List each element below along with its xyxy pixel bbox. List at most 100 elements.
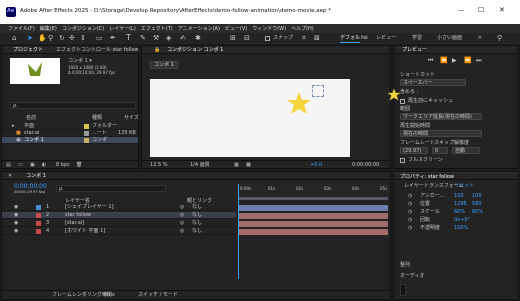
work-area-bar[interactable] [238, 197, 388, 200]
stopwatch-icon[interactable]: ◷ [408, 218, 412, 223]
selection-tool-icon[interactable]: ➤ [27, 35, 33, 42]
layer-duration-bar[interactable] [238, 205, 388, 211]
layer-name[interactable]: [ホワイト 平面 1] [65, 229, 105, 234]
property-value-2[interactable]: 580 [472, 202, 482, 207]
col-size[interactable]: サイズ [124, 116, 139, 121]
menu-edit[interactable]: 編集(E) [40, 25, 57, 32]
comp-breadcrumb[interactable]: コンポ 1 [150, 61, 178, 69]
visibility-icon[interactable]: ◉ [14, 229, 18, 234]
snap-grid-icon[interactable]: ⊠ [314, 35, 320, 42]
mask-visibility-icon[interactable]: ▩ [246, 163, 251, 168]
snap-option-icon[interactable]: ⌗ [302, 35, 306, 42]
visibility-icon[interactable]: ◉ [14, 221, 18, 226]
property-value-1[interactable]: 100% [454, 226, 468, 231]
new-folder-icon[interactable]: ▭ [18, 163, 23, 168]
col-type[interactable]: 種類 [92, 116, 102, 121]
tab-comp1[interactable]: コンポ 1 [26, 174, 46, 179]
switch-mode-toggle[interactable]: スイッチ / モード [138, 293, 178, 298]
hand-tool-icon[interactable]: ✋ [38, 35, 47, 42]
current-time[interactable]: 0;00;00;00 [352, 163, 379, 168]
delete-icon[interactable]: 🗑 [76, 163, 82, 168]
puppet-tool-icon[interactable]: ✱ [195, 35, 201, 42]
color-settings-icon[interactable]: ◐ [42, 163, 46, 168]
dolly-tool-icon[interactable]: ⇕ [80, 35, 86, 42]
type-tool-icon[interactable]: T [126, 34, 131, 42]
stopwatch-icon[interactable]: ◷ [408, 194, 412, 199]
layer-name[interactable]: [シェイプレイヤー 1] [65, 205, 114, 210]
workspace-menu-icon[interactable]: ≡ [363, 35, 368, 41]
menu-composition[interactable]: コンポジション(C) [62, 25, 104, 32]
rectangle-tool-icon[interactable]: ▭ [96, 35, 103, 42]
fullscreen-checkbox[interactable] [400, 158, 405, 163]
property-value-2[interactable]: 100 [472, 194, 482, 199]
eraser-tool-icon[interactable]: ◈ [166, 35, 171, 42]
align-left-icon[interactable]: ⊞ [230, 35, 236, 42]
property-value-1[interactable]: 1296 [454, 202, 467, 207]
parent-select[interactable]: なし [192, 229, 202, 234]
layer-duration-bar[interactable] [238, 213, 388, 219]
align-center-icon[interactable]: ⊟ [244, 35, 250, 42]
zoom-level[interactable]: 12.5 % [150, 163, 167, 168]
audio-section[interactable]: オーディオ [400, 274, 425, 279]
home-icon[interactable]: ⌂ [12, 35, 16, 42]
project-item-star[interactable]: ■ star.ai ...ート 135 KB [2, 130, 138, 137]
parent-link-icon[interactable]: ◎ [180, 205, 184, 210]
layer-duration-bar[interactable] [238, 221, 388, 227]
layer-name[interactable]: star follow [65, 213, 91, 218]
lock-icon[interactable]: 🔒 [154, 48, 160, 53]
search-help-icon[interactable]: ⚲ [497, 35, 502, 42]
timeline-layer-row[interactable]: ◉ 2 star follow ◎ なし [2, 212, 236, 219]
workspace-default[interactable]: デフォルト [340, 36, 365, 41]
close-button[interactable]: ✕ [499, 7, 505, 14]
tab-composition[interactable]: コンポジション コンポ 1 [167, 48, 223, 53]
transparency-grid-icon[interactable]: ▦ [234, 163, 239, 168]
property-value-1[interactable]: 0x+0° [454, 218, 470, 223]
timeline-search[interactable]: ρ. [56, 185, 166, 192]
parent-link-icon[interactable]: ◎ [180, 229, 184, 234]
menu-file[interactable]: ファイル(F) [8, 25, 35, 32]
stopwatch-icon[interactable]: ◷ [408, 202, 412, 207]
layer-name[interactable]: [star.ai] [65, 221, 84, 226]
reset-link[interactable]: リセット [454, 184, 474, 189]
bpc-label[interactable]: 8 bpc [56, 163, 70, 168]
minimize-button[interactable]: — [458, 8, 464, 14]
maximize-button[interactable]: ☐ [478, 7, 484, 14]
col-name[interactable]: 名前 [26, 116, 36, 121]
roto-brush-tool-icon[interactable]: ✍ [180, 35, 186, 42]
parent-select[interactable]: なし [192, 221, 202, 226]
fps-select[interactable]: (29.97) [400, 147, 428, 154]
timeline-search-input[interactable]: ρ. [59, 187, 64, 192]
zoom-tool-icon[interactable]: ⚲ [48, 35, 53, 42]
brush-tool-icon[interactable]: ✎ [140, 35, 146, 42]
exposure-value[interactable]: +0.0 [310, 163, 322, 168]
first-frame-icon[interactable]: ⏮ [428, 58, 433, 64]
orbit-tool-icon[interactable]: ↻ [59, 35, 65, 42]
resolution-select[interactable]: 1/4 画質 [190, 163, 210, 168]
stopwatch-icon[interactable]: ◷ [408, 210, 412, 215]
timeline-layer-row[interactable]: ◉ 1 [シェイプレイヤー 1] ◎ なし [2, 204, 236, 211]
project-search-input[interactable]: ρ. [13, 104, 18, 109]
timeline-layer-row[interactable]: ◉ 4 [ホワイト 平面 1] ◎ なし [2, 228, 236, 235]
parent-select[interactable]: なし [192, 213, 202, 218]
parent-link-icon[interactable]: ◎ [180, 221, 184, 226]
align-section[interactable]: 整列 [400, 263, 410, 268]
last-frame-icon[interactable]: ⏭ [476, 58, 481, 64]
next-frame-icon[interactable]: ⏩ [464, 58, 471, 64]
workspace-overflow-icon[interactable]: » [478, 35, 482, 41]
project-item-comp1[interactable]: ▣ コンポ 1 コンポ [2, 137, 138, 144]
playhead[interactable] [238, 184, 239, 279]
interpret-footage-icon[interactable]: ▤ [6, 163, 11, 168]
visibility-icon[interactable]: ◉ [14, 205, 18, 210]
snap-checkbox[interactable] [265, 36, 270, 41]
range-select[interactable]: ワークエリア延長(現在の時間) [400, 113, 482, 120]
play-from-select[interactable]: 現在の時間 [400, 130, 482, 137]
close-tab-icon[interactable]: ✕ [8, 174, 12, 179]
pen-tool-icon[interactable]: ✒ [110, 35, 116, 42]
menu-view[interactable]: ビュー(V) [225, 25, 247, 32]
menu-layer[interactable]: レイヤー(L) [109, 25, 136, 32]
visibility-icon[interactable]: ◉ [14, 213, 18, 218]
parent-select[interactable]: なし [192, 205, 202, 210]
skip-select[interactable]: 0 [432, 147, 448, 154]
workspace-small-screen[interactable]: 小さい画面 [437, 36, 462, 41]
property-value-1[interactable]: 60% [454, 210, 465, 215]
